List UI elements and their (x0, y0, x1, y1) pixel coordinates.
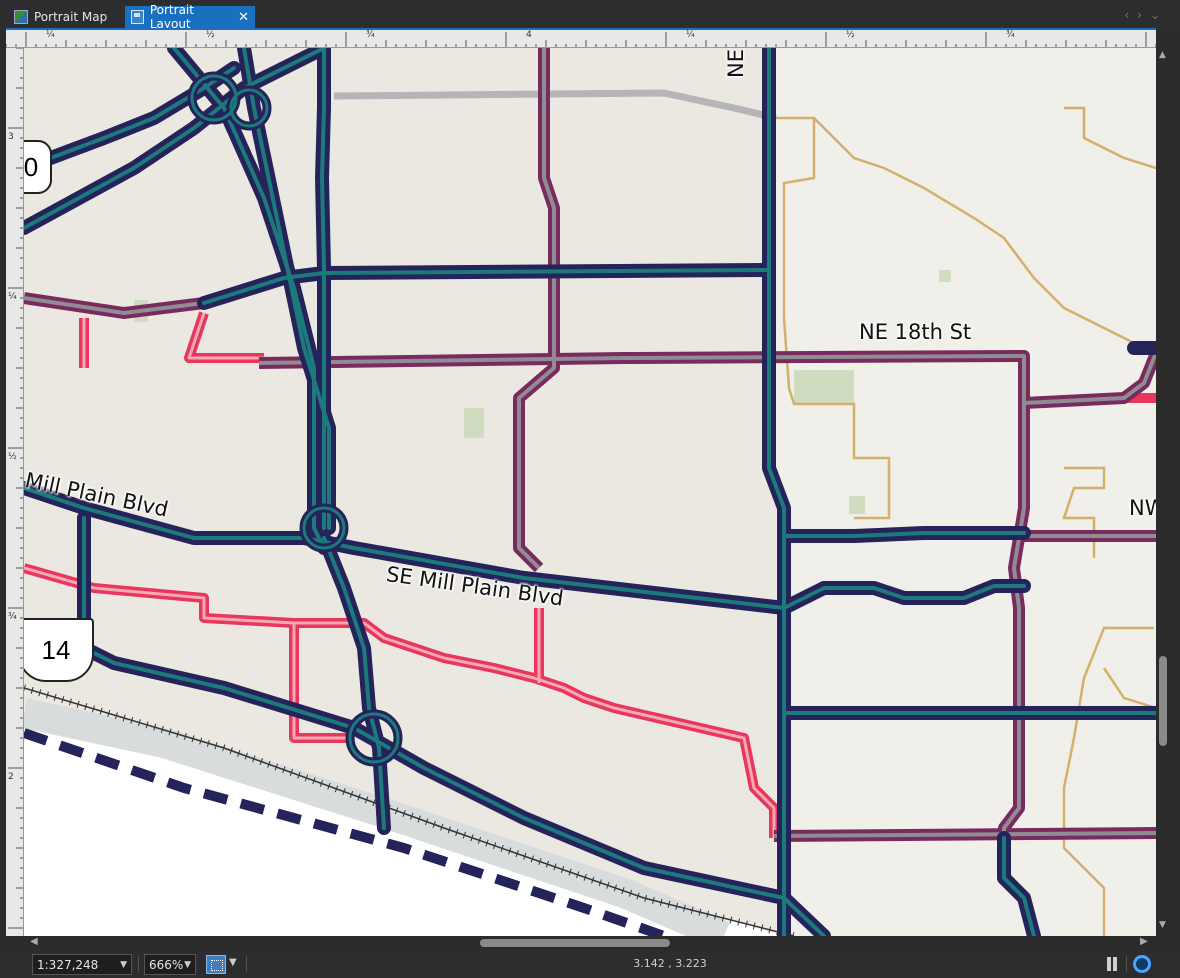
map-icon (14, 10, 28, 24)
document-tab-bar: Portrait Map Portrait Layout ✕ ‹›⌄ (0, 0, 1180, 31)
scroll-up-icon[interactable]: ▲ (1159, 50, 1166, 60)
tab-label: Portrait Map (34, 10, 108, 24)
street-label-nw: NW (1129, 496, 1156, 520)
pause-drawing-button[interactable] (1104, 956, 1120, 972)
scroll-left-icon[interactable]: ◀ (30, 936, 38, 947)
vertical-ruler: 3 ¼ ½ ¾ 2 (6, 48, 24, 936)
ruler-ticks (6, 32, 1156, 47)
cursor-coordinates: 3.142 , 3.223 (633, 957, 707, 970)
snapping-button[interactable] (206, 955, 226, 974)
divider (1126, 956, 1127, 972)
chevron-down-icon: ▼ (184, 959, 191, 970)
ruler-label: ½ (846, 30, 855, 40)
land-northeast (776, 48, 1156, 936)
ruler-label: ¾ (8, 612, 17, 622)
tab-portrait-map[interactable]: Portrait Map (8, 6, 122, 28)
scroll-thumb[interactable] (480, 939, 670, 947)
shield-number: 14 (41, 634, 71, 665)
tab-portrait-layout[interactable]: Portrait Layout ✕ (125, 3, 255, 31)
refresh-icon[interactable] (1133, 955, 1151, 973)
tab-label: Portrait Layout (149, 3, 194, 31)
street-label-ne-18th: NE 18th St (859, 320, 972, 344)
ruler-label: 4 (526, 30, 532, 40)
scroll-down-icon[interactable]: ▼ (1159, 920, 1166, 930)
ruler-label: ¼ (46, 30, 55, 40)
us-route-shield: 14 (24, 618, 94, 682)
shield-number: 0 (24, 151, 39, 182)
horizontal-ruler: ¼ ½ ¾ 4 ¼ ½ ¾ (6, 30, 1156, 48)
status-bar: 1:327,248 ▼ 666% ▼ ▼ 3.142 , 3.223 (0, 950, 1180, 978)
scale-value: 1:327,248 (37, 957, 99, 972)
chevron-down-icon: ▼ (120, 959, 127, 970)
highway-shield: 0 (24, 140, 52, 194)
divider (138, 956, 139, 972)
divider (246, 956, 247, 972)
map-canvas (24, 48, 1156, 936)
layout-icon (131, 10, 144, 24)
chevron-left-icon[interactable]: ‹ (1124, 8, 1137, 22)
chevron-right-icon[interactable]: › (1137, 8, 1150, 22)
ruler-ticks (8, 48, 23, 929)
ruler-label: ¼ (8, 292, 17, 302)
ruler-label: ¾ (366, 30, 375, 40)
scroll-right-icon[interactable]: ▶ (1140, 936, 1148, 947)
ruler-label: 3 (8, 132, 14, 142)
ruler-label: ¾ (1006, 30, 1015, 40)
scale-dropdown[interactable]: 1:327,248 ▼ (32, 954, 132, 975)
ruler-label: ½ (8, 452, 17, 462)
zoom-value: 666% (149, 957, 184, 972)
ruler-label: 2 (8, 772, 14, 782)
chevron-down-icon[interactable]: ▼ (229, 957, 237, 968)
vertical-scrollbar[interactable]: ▲ ▼ (1156, 48, 1170, 936)
tab-navigation[interactable]: ‹›⌄ (1124, 8, 1168, 22)
street-label-ne-top: NE 1 (724, 48, 748, 78)
map-view[interactable]: 0 14 NE 18th St NE 1 Mill Plain Blvd SE … (24, 48, 1156, 936)
close-icon[interactable]: ✕ (238, 10, 249, 25)
chevron-down-icon[interactable]: ⌄ (1150, 8, 1168, 22)
horizontal-scrollbar[interactable]: ◀ ▶ (24, 936, 1156, 950)
scroll-thumb[interactable] (1159, 656, 1167, 746)
zoom-dropdown[interactable]: 666% ▼ (144, 954, 196, 975)
ruler-label: ½ (206, 30, 215, 40)
ruler-label: ¼ (686, 30, 695, 40)
